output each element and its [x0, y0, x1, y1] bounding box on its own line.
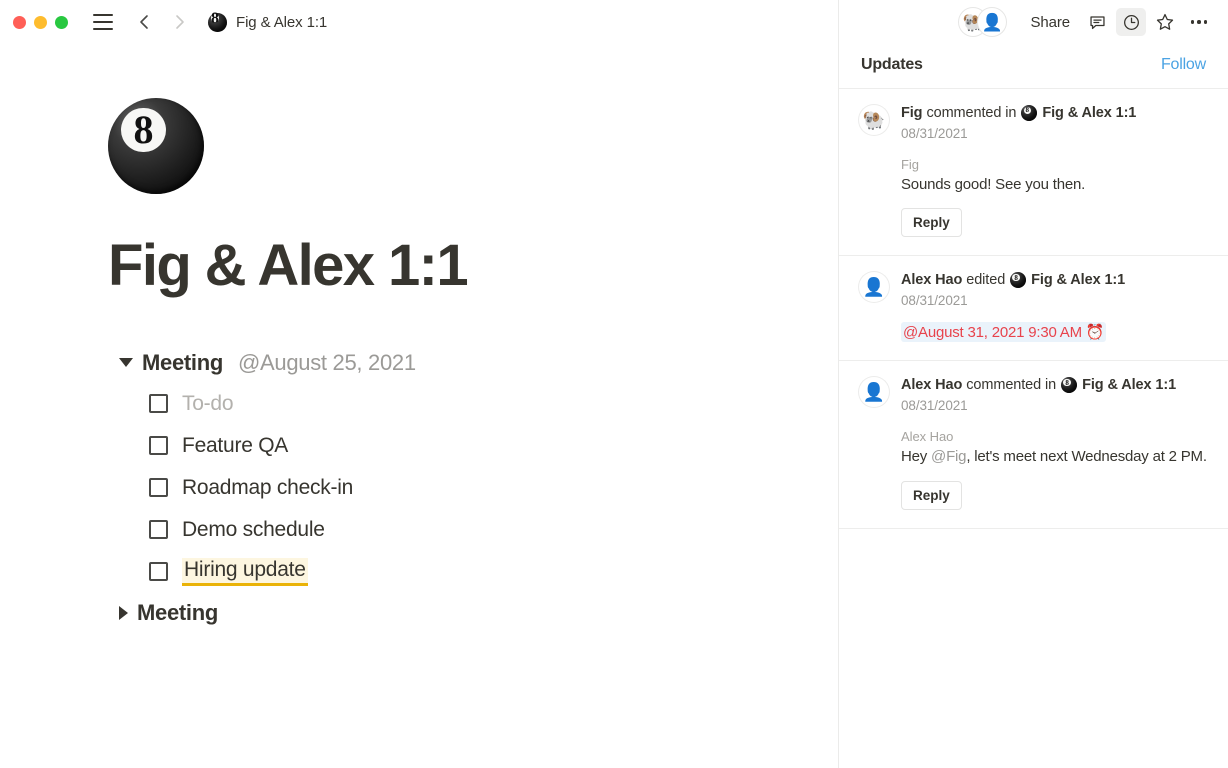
comment-text-part: Hey — [901, 448, 932, 466]
update-body: Fig commented in Fig & Alex 1:1 08/31/20… — [901, 105, 1208, 238]
chevron-right-icon[interactable] — [119, 605, 128, 620]
reply-button[interactable]: Reply — [901, 208, 962, 238]
breadcrumb[interactable]: Fig & Alex 1:1 — [208, 12, 328, 32]
update-item[interactable]: 🐏 Fig commented in Fig & Alex 1:1 08/31/… — [839, 89, 1228, 257]
arrow-left-icon[interactable] — [134, 11, 156, 33]
avatar-alex[interactable]: 👤 — [978, 8, 1007, 36]
update-item[interactable]: 👤 Alex Hao commented in Fig & Alex 1:1 0… — [839, 361, 1228, 529]
toggle-label: Meeting — [137, 599, 219, 625]
follow-button[interactable]: Follow — [1161, 56, 1206, 74]
page-eight-ball-icon[interactable] — [108, 98, 204, 194]
panel-header: Updates Follow — [839, 44, 1228, 89]
page-title: Fig & Alex 1:1 — [108, 233, 469, 298]
navigation-arrows — [134, 11, 190, 33]
comment-text-part: , let's meet next Wednesday at 2 PM. — [966, 448, 1207, 466]
avatar-fig[interactable]: 🐏 — [859, 105, 889, 135]
comment-icon[interactable] — [1082, 8, 1112, 36]
toggle-block-meeting-closed[interactable]: Meeting — [108, 593, 838, 633]
update-comment: Alex Hao Hey @Fig, let's meet next Wedne… — [901, 429, 1208, 467]
update-actor: Alex Hao — [901, 377, 963, 394]
toggle-block-meeting-open[interactable]: Meeting @August 25, 2021 — [108, 343, 838, 383]
updates-panel: 🐏 👤 Share Updates Follow 🐏 Fig commented… — [838, 0, 1228, 768]
checkbox[interactable] — [149, 394, 168, 414]
list-item[interactable]: To-do — [108, 383, 838, 425]
update-headline: Alex Hao commented in Fig & Alex 1:1 — [901, 377, 1208, 394]
avatar-alex[interactable]: 👤 — [859, 272, 889, 303]
eight-ball-icon — [208, 12, 227, 32]
collaborator-avatars[interactable]: 🐏 👤 — [959, 8, 1007, 36]
eight-ball-icon — [1010, 272, 1027, 289]
comment-text: Hey @Fig, let's meet next Wednesday at 2… — [901, 447, 1208, 467]
avatar-alex[interactable]: 👤 — [859, 377, 889, 408]
update-page-link[interactable]: Fig & Alex 1:1 — [1082, 377, 1176, 393]
update-actor: Fig — [901, 105, 923, 121]
panel-toolbar: 🐏 👤 Share — [839, 0, 1228, 44]
checkbox[interactable] — [149, 478, 168, 498]
checkbox[interactable] — [149, 436, 168, 456]
update-page-link[interactable]: Fig & Alex 1:1 — [1042, 105, 1136, 121]
update-verb: edited — [966, 272, 1006, 289]
list-item[interactable]: Roadmap check-in — [108, 467, 838, 509]
update-timestamp: 08/31/2021 — [901, 126, 968, 141]
list-item[interactable]: Feature QA — [108, 425, 838, 467]
comment-text-part: Sounds good! See you then. — [901, 176, 1086, 193]
update-page-link[interactable]: Fig & Alex 1:1 — [1031, 272, 1125, 288]
list-item[interactable]: Demo schedule — [108, 509, 838, 551]
todo-text[interactable]: Roadmap check-in — [182, 476, 353, 500]
todo-text-highlighted[interactable]: Hiring update — [182, 557, 308, 586]
document-pane: Fig & Alex 1:1 Fig & Alex 1:1 Meeting @A… — [0, 0, 838, 768]
star-icon[interactable] — [1150, 8, 1180, 36]
update-verb: commented in — [966, 377, 1057, 394]
update-actor: Alex Hao — [901, 272, 963, 289]
title-bar: Fig & Alex 1:1 — [0, 0, 838, 44]
comment-author: Alex Hao — [901, 429, 954, 445]
update-headline: Fig commented in Fig & Alex 1:1 — [901, 105, 1208, 121]
arrow-right-icon[interactable] — [168, 11, 190, 33]
toggle-label: Meeting — [142, 349, 224, 375]
clock-icon[interactable] — [1116, 8, 1146, 36]
chevron-down-icon[interactable] — [119, 358, 133, 368]
update-item[interactable]: 👤 Alex Hao edited Fig & Alex 1:1 08/31/2… — [839, 256, 1228, 362]
app-window: Fig & Alex 1:1 Fig & Alex 1:1 Meeting @A… — [0, 0, 1228, 768]
more-horizontal-icon[interactable] — [1184, 8, 1214, 36]
update-body: Alex Hao commented in Fig & Alex 1:1 08/… — [901, 377, 1208, 510]
todo-text[interactable]: Demo schedule — [182, 518, 325, 542]
update-timestamp: 08/31/2021 — [901, 398, 968, 414]
eight-ball-icon — [1021, 105, 1038, 121]
date-mention-badge[interactable]: @August 31, 2021 9:30 AM ⏰ — [901, 322, 1107, 343]
update-comment: Fig Sounds good! See you then. — [901, 157, 1208, 195]
content-blocks: Meeting @August 25, 2021 To-do Feature Q… — [108, 343, 838, 633]
page-content: Fig & Alex 1:1 Meeting @August 25, 2021 … — [0, 44, 838, 633]
update-headline: Alex Hao edited Fig & Alex 1:1 — [901, 272, 1208, 289]
window-controls — [13, 15, 68, 29]
close-window-button[interactable] — [13, 15, 26, 29]
comment-text: Sounds good! See you then. — [901, 175, 1208, 195]
minimize-window-button[interactable] — [34, 15, 47, 29]
breadcrumb-title: Fig & Alex 1:1 — [236, 13, 328, 31]
todo-text[interactable]: Feature QA — [182, 434, 288, 458]
share-button[interactable]: Share — [1022, 10, 1078, 35]
eight-ball-icon — [1061, 377, 1078, 394]
checkbox[interactable] — [149, 562, 168, 582]
reply-button[interactable]: Reply — [901, 480, 962, 510]
comment-author: Fig — [901, 157, 919, 172]
todo-text[interactable]: To-do — [182, 392, 234, 416]
user-mention[interactable]: @Fig — [931, 448, 966, 465]
update-timestamp: 08/31/2021 — [901, 293, 968, 309]
update-verb: commented in — [926, 105, 1017, 121]
toggle-date-mention[interactable]: @August 25, 2021 — [238, 350, 416, 376]
update-body: Alex Hao edited Fig & Alex 1:1 08/31/202… — [901, 272, 1208, 343]
maximize-window-button[interactable] — [55, 15, 68, 29]
updates-list[interactable]: 🐏 Fig commented in Fig & Alex 1:1 08/31/… — [839, 89, 1228, 768]
checkbox[interactable] — [149, 520, 168, 540]
hamburger-icon[interactable] — [93, 14, 113, 30]
panel-title: Updates — [861, 56, 923, 73]
list-item[interactable]: Hiring update — [108, 551, 838, 593]
